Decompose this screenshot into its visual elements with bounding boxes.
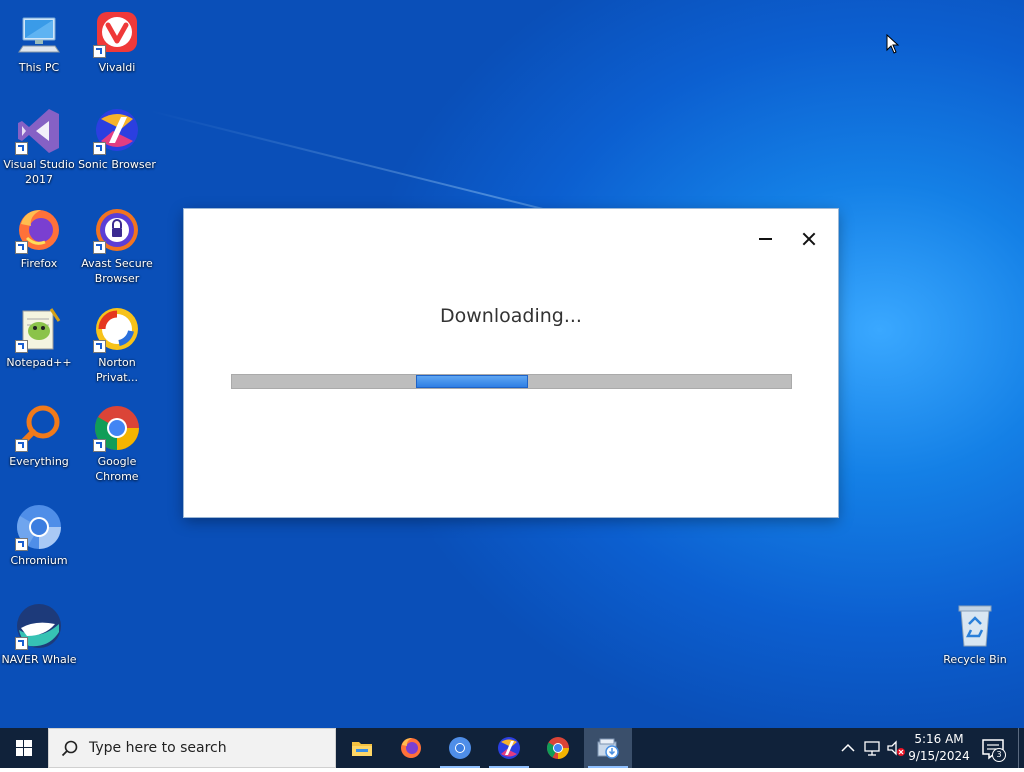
start-button[interactable] [0,728,48,768]
network-icon[interactable] [862,738,882,758]
clock-time: 5:16 AM [914,732,964,746]
shortcut-arrow-icon [15,241,28,254]
close-button[interactable] [796,227,822,251]
system-clock[interactable]: 5:16 AM 9/15/2024 [906,731,972,765]
desktop-icon-naver-whale[interactable]: NAVER Whale [0,602,78,667]
desktop-icon-this-pc[interactable]: This PC [0,10,78,75]
taskbar-chromium[interactable] [436,728,484,768]
shortcut-arrow-icon [15,637,28,650]
shortcut-arrow-icon [93,439,106,452]
desktop-icon-label: This PC [18,61,60,74]
firefox-icon [15,206,63,254]
shortcut-arrow-icon [93,45,106,58]
taskbar-installer[interactable] [584,728,632,768]
avast-browser-icon [93,206,141,254]
progress-indicator [416,375,528,388]
minimize-button[interactable] [752,227,778,251]
desktop-icon-visual-studio[interactable]: Visual Studio 2017 [0,107,78,187]
chrome-icon [93,404,141,452]
norton-browser-icon [93,305,141,353]
download-dialog[interactable]: Downloading... [184,209,838,517]
search-placeholder: Type here to search [89,740,227,756]
desktop-icon-label: Chromium [10,554,68,567]
notification-count-badge: 3 [992,748,1006,762]
desktop-icon-label: Norton Privat... [95,356,139,384]
desktop-icon-sonic-browser[interactable]: Sonic Browser [78,107,156,172]
desktop-icon-firefox[interactable]: Firefox [0,206,78,271]
vivaldi-icon [93,10,141,58]
search-icon [61,740,78,757]
desktop-icon-label: Avast Secure Browser [81,257,153,285]
desktop-icon-recycle-bin[interactable]: Recycle Bin [936,602,1014,667]
this-pc-icon [15,10,63,58]
shortcut-arrow-icon [15,439,28,452]
desktop-icon-label: Google Chrome [95,455,139,483]
desktop-icon-label: Firefox [20,257,58,270]
taskbar-chrome[interactable] [534,728,582,768]
desktop-icon-norton-private-browser[interactable]: Norton Privat... [78,305,156,385]
taskbar-sonic-browser[interactable] [485,728,533,768]
shortcut-arrow-icon [93,241,106,254]
desktop-icon-label: Recycle Bin [943,653,1007,666]
notepad-plus-plus-icon [15,305,63,353]
sonic-browser-icon [498,737,520,759]
shortcut-arrow-icon [15,538,28,551]
desktop-icon-everything[interactable]: Everything [0,404,78,469]
shortcut-arrow-icon [93,340,106,353]
desktop-icon-notepad-plus-plus[interactable]: Notepad++ [0,305,78,370]
volume-muted-icon[interactable] [886,738,906,758]
desktop-icon-label: Sonic Browser [78,158,156,171]
sonic-browser-icon [93,107,141,155]
everything-search-icon [15,404,63,452]
desktop-icon-label: Vivaldi [98,61,136,74]
shortcut-arrow-icon [93,142,106,155]
show-desktop-button[interactable] [1018,728,1024,768]
shortcut-arrow-icon [15,142,28,155]
windows-logo-icon [16,740,32,756]
taskbar: Type here to search 5:16 AM 9/15/2024 3 [0,728,1024,768]
desktop-icon-label: Visual Studio 2017 [3,158,75,186]
desktop[interactable]: This PC Vivaldi Visual Studio 2017 Sonic… [0,0,1024,728]
desktop-icon-label: Notepad++ [6,356,72,369]
shortcut-arrow-icon [15,340,28,353]
desktop-icon-chromium[interactable]: Chromium [0,503,78,568]
download-progress-bar [231,374,792,389]
chromium-icon [449,737,471,759]
naver-whale-icon [15,602,63,650]
visual-studio-icon [15,107,63,155]
desktop-icon-label: Everything [9,455,69,468]
firefox-icon [401,738,421,758]
taskbar-search-box[interactable]: Type here to search [48,728,336,768]
chromium-icon [15,503,63,551]
desktop-icon-vivaldi[interactable]: Vivaldi [78,10,156,75]
chrome-icon [547,737,569,759]
clock-date: 9/15/2024 [908,749,970,763]
desktop-icon-avast-secure-browser[interactable]: Avast Secure Browser [78,206,156,286]
desktop-icon-google-chrome[interactable]: Google Chrome [78,404,156,484]
installer-icon [597,738,619,759]
chevron-up-icon[interactable] [838,738,858,758]
taskbar-firefox[interactable] [387,728,435,768]
file-explorer-icon [352,742,372,756]
mouse-cursor-icon [886,34,900,54]
recycle-bin-icon [951,602,999,650]
download-status-text: Downloading... [440,305,582,327]
desktop-icon-label: NAVER Whale [1,653,77,666]
taskbar-file-explorer[interactable] [338,728,386,768]
